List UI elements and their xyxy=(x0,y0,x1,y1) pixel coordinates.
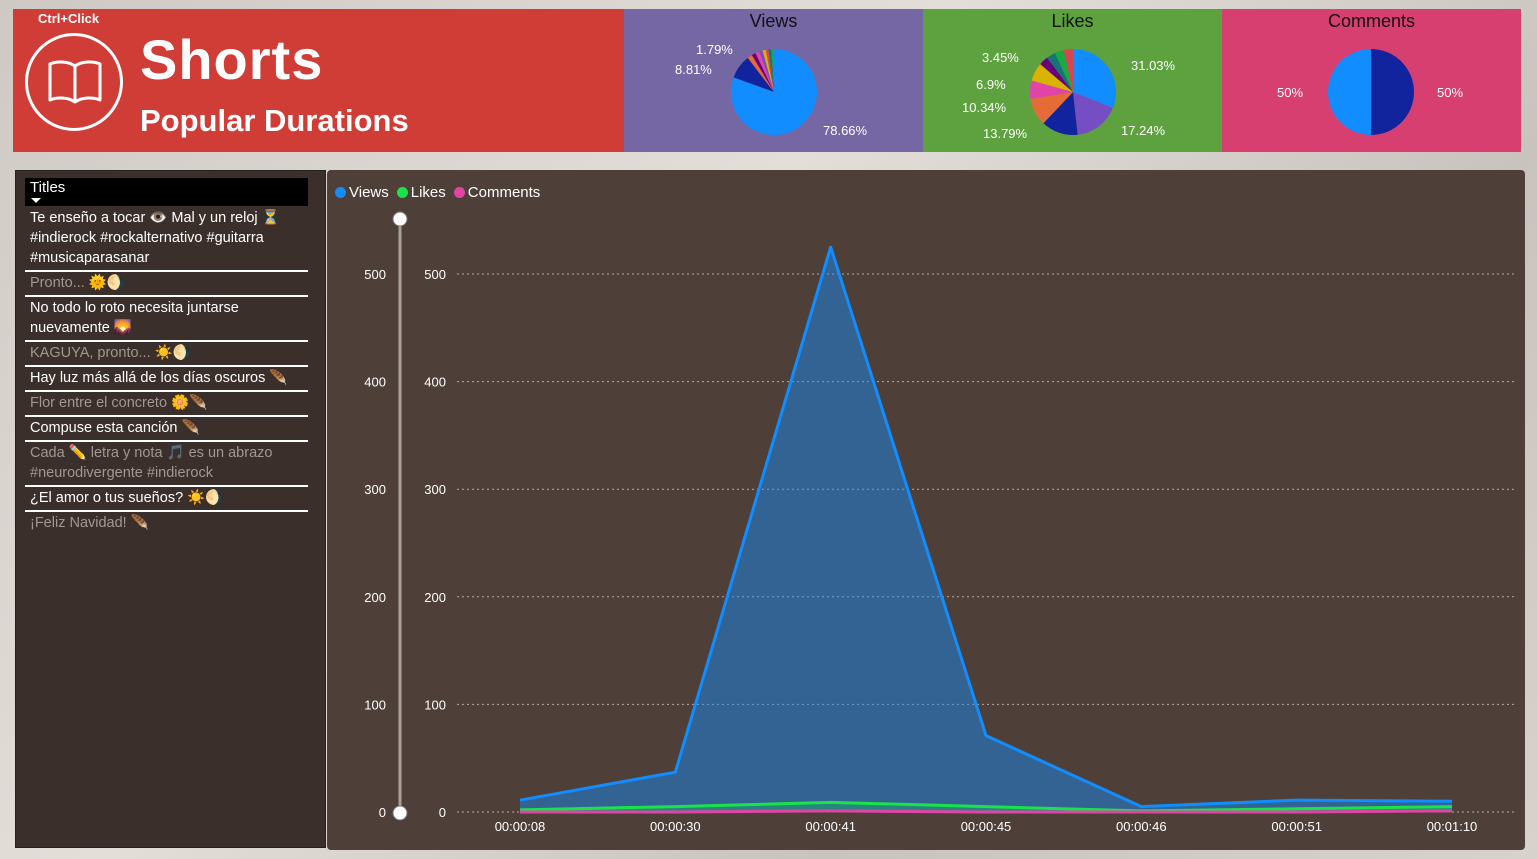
title-list-item[interactable]: Hay luz más allá de los días oscuros 🪶 xyxy=(25,367,308,392)
series-line[interactable] xyxy=(519,245,1453,809)
likes-pct-label: 10.34% xyxy=(962,100,1007,115)
title-list-item[interactable]: Te enseño a tocar 👁️ Mal y un reloj ⏳ #i… xyxy=(25,207,308,272)
title-list-item[interactable]: ¡Feliz Navidad! 🪶 xyxy=(25,512,308,535)
comments-pie-slice[interactable] xyxy=(1328,49,1371,135)
title-list-item[interactable]: Pronto... 🌞🌖 xyxy=(25,272,308,297)
views-pct-label: 8.81% xyxy=(675,62,712,77)
page-title: Shorts xyxy=(140,28,324,91)
area-fill xyxy=(520,247,1452,813)
dropdown-arrow-icon[interactable] xyxy=(31,198,41,203)
x-tick-label: 00:00:41 xyxy=(805,819,856,834)
title-list-item[interactable]: KAGUYA, pronto... ☀️🌖 xyxy=(25,342,308,367)
comments-pie-slice[interactable] xyxy=(1371,49,1414,135)
range-slider-handle-top[interactable] xyxy=(392,211,408,227)
views-pct-label: 78.66% xyxy=(823,123,868,138)
range-slider-handle-bottom[interactable] xyxy=(392,805,408,821)
views-pct-label: 1.79% xyxy=(696,42,733,57)
x-tick-label: 00:01:10 xyxy=(1427,819,1478,834)
title-list-item[interactable]: Cada ✏️ letra y nota 🎵 es un abrazo #neu… xyxy=(25,442,308,487)
y-tick-label: 200 xyxy=(424,590,446,605)
title-list-item[interactable]: No todo lo roto necesita juntarse nuevam… xyxy=(25,297,308,342)
likes-pct-label: 31.03% xyxy=(1131,58,1176,73)
slider-tick-label: 300 xyxy=(364,482,386,497)
y-tick-label: 100 xyxy=(424,697,446,712)
likes-pie-chart[interactable] xyxy=(923,9,1222,152)
slider-tick-label: 400 xyxy=(364,375,386,390)
x-tick-label: 00:00:45 xyxy=(961,819,1012,834)
title-list-item[interactable]: Flor entre el concreto 🌼🪶 xyxy=(25,392,308,417)
titles-list: Te enseño a tocar 👁️ Mal y un reloj ⏳ #i… xyxy=(25,207,308,535)
likes-pct-label: 13.79% xyxy=(983,126,1028,141)
likes-pct-label: 6.9% xyxy=(976,77,1006,92)
y-tick-label: 500 xyxy=(424,267,446,282)
x-tick-label: 00:00:08 xyxy=(495,819,546,834)
area-chart-panel: Views Likes Comments 0 0 100 100 200 200 300 300 4… xyxy=(327,170,1525,850)
comments-pct-label: 50% xyxy=(1437,85,1464,100)
comments-pie-chart[interactable] xyxy=(1222,9,1521,152)
likes-pct-label: 3.45% xyxy=(982,50,1019,65)
titles-header-label: Titles xyxy=(30,179,66,196)
slider-tick-label: 200 xyxy=(364,590,386,605)
book-icon[interactable] xyxy=(25,33,123,131)
title-list-item[interactable]: Compuse esta canción 🪶 xyxy=(25,417,308,442)
titles-slicer-header[interactable]: Titles xyxy=(25,178,308,206)
titles-slicer: Titles Te enseño a tocar 👁️ Mal y un rel… xyxy=(15,170,326,848)
slider-tick-label: 500 xyxy=(364,267,386,282)
ctrl-click-hint: Ctrl+Click xyxy=(38,11,100,26)
views-card[interactable]: Views 1.79% 8.81% 78.66% xyxy=(624,9,923,152)
comments-card[interactable]: Comments 50% 50% xyxy=(1222,9,1521,152)
y-tick-label: 0 xyxy=(439,805,446,820)
header-banner: Ctrl+Click Shorts Popular Durations xyxy=(13,9,624,152)
x-tick-label: 00:00:46 xyxy=(1116,819,1167,834)
comments-pct-label: 50% xyxy=(1277,85,1304,100)
views-pie-chart[interactable] xyxy=(624,9,923,152)
series-line[interactable] xyxy=(520,809,1453,814)
x-tick-label: 00:00:30 xyxy=(650,819,701,834)
title-list-item[interactable]: ¿El amor o tus sueños? ☀️🌖 xyxy=(25,487,308,512)
slider-tick-label: 0 xyxy=(379,805,386,820)
likes-card[interactable]: Likes 3.45% 6.9% 10.34% 13.79% 31.03% 17… xyxy=(923,9,1222,152)
page-subtitle: Popular Durations xyxy=(140,103,409,138)
y-tick-label: 300 xyxy=(424,482,446,497)
slider-tick-label: 100 xyxy=(364,697,386,712)
x-tick-label: 00:00:51 xyxy=(1271,819,1322,834)
area-chart[interactable]: 0 0 100 100 200 200 300 300 400 400 500 500 00:00:08… xyxy=(327,170,1525,850)
likes-pct-label: 17.24% xyxy=(1121,123,1166,138)
y-tick-label: 400 xyxy=(424,375,446,390)
